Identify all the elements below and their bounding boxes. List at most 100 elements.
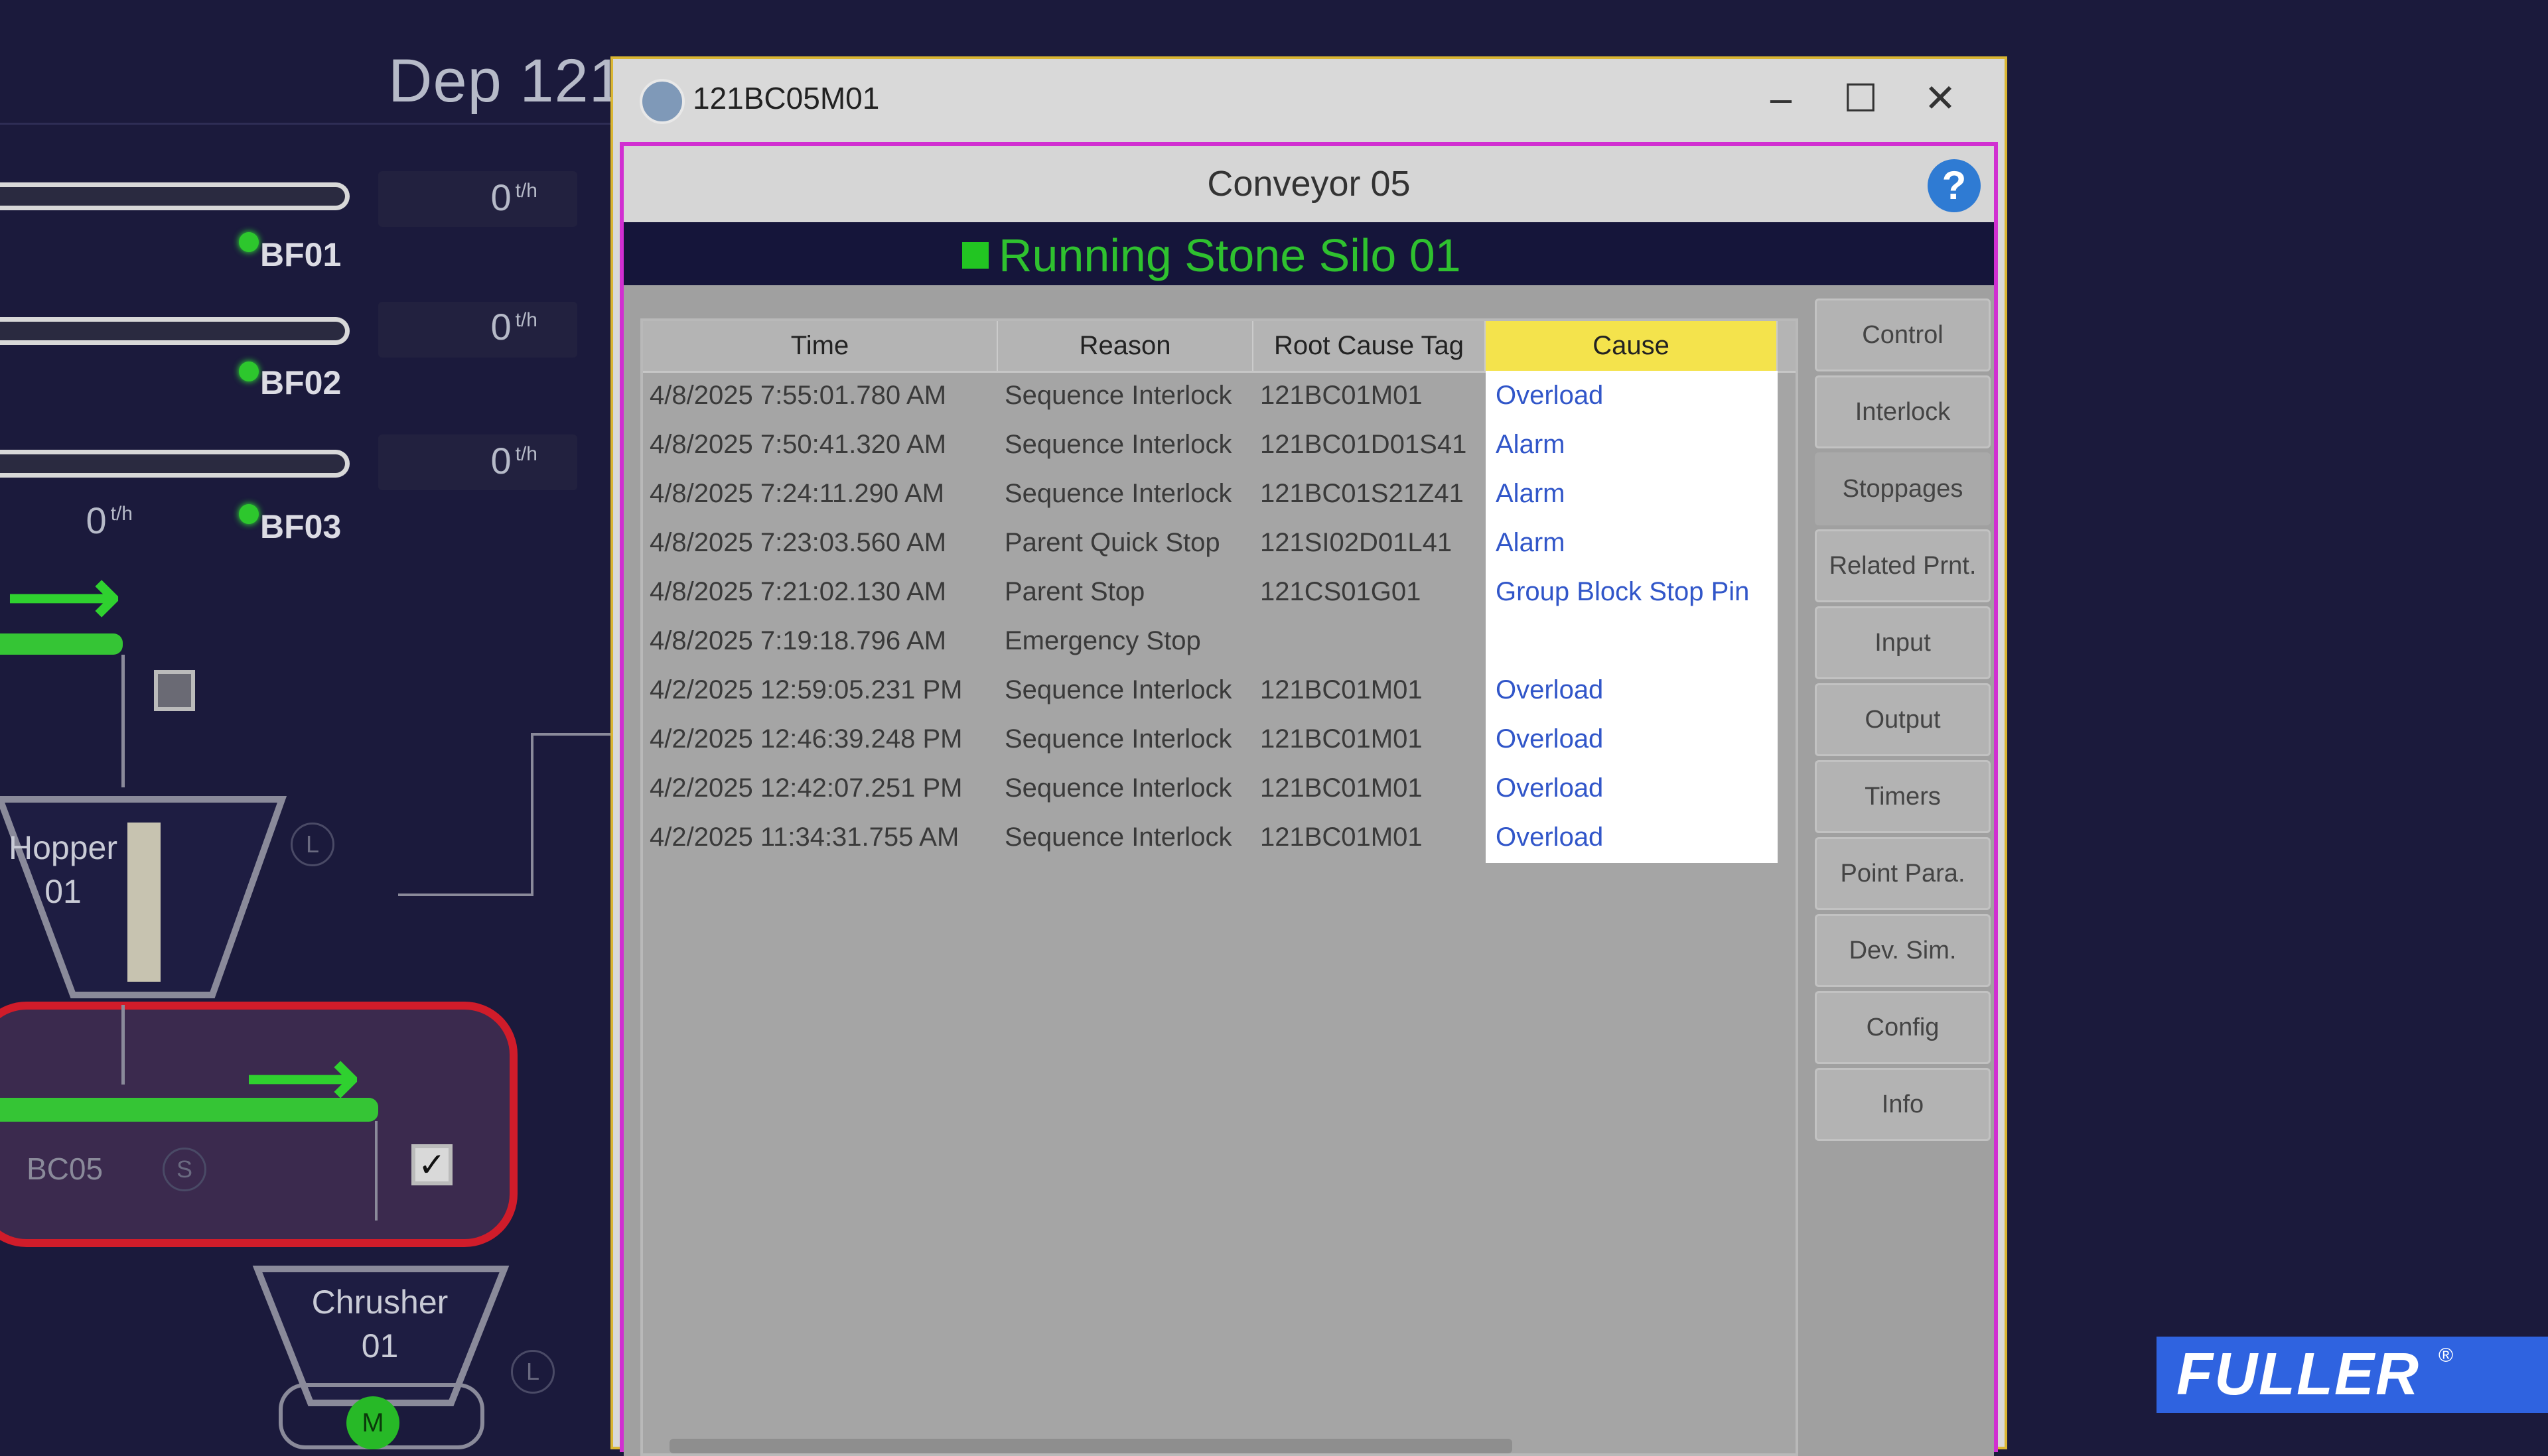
tab-timers[interactable]: Timers [1815,760,1991,833]
cell-root-cause-tag: 121BC01M01 [1260,823,1423,852]
minimize-button[interactable]: – [1744,72,1817,125]
column-header-root-cause-tag[interactable]: Root Cause Tag [1253,321,1486,371]
cell-time: 4/8/2025 7:23:03.560 AM [650,528,947,557]
hopper-level-indicator: L [291,823,334,866]
conveyor-belt-bc05 [0,1098,378,1122]
stoppages-table: Time Reason Root Cause Tag Cause 4/8/202… [640,318,1798,1456]
cell-reason: Sequence Interlock [1005,724,1232,754]
column-header-cause[interactable]: Cause [1486,321,1778,371]
tab-output[interactable]: Output [1815,683,1991,756]
flow-line [121,1005,125,1085]
table-row[interactable]: 4/8/2025 7:24:11.290 AM Sequence Interloc… [643,469,1796,518]
side-tab-list: Control Interlock Stoppages Related Prnt. In… [1815,298,1991,1456]
tab-info[interactable]: Info [1815,1068,1991,1141]
cell-time: 4/8/2025 7:24:11.290 AM [650,479,945,508]
cell-time: 4/2/2025 11:34:31.755 AM [650,823,959,852]
device-status: Running Stone Silo 01 [999,230,1461,281]
device-name-bar: Conveyor 05 ? [624,146,1994,222]
conveyor-label-bc05[interactable]: BC05 [27,1151,103,1187]
tab-input[interactable]: Input [1815,606,1991,679]
app-icon [640,79,685,124]
flow-line [375,1121,378,1221]
table-row[interactable]: 4/8/2025 7:21:02.130 AM Parent Stop 121CS0… [643,567,1796,616]
table-header: Time Reason Root Cause Tag Cause [643,321,1796,373]
table-row[interactable]: 4/8/2025 7:23:03.560 AM Parent Quick Stop… [643,518,1796,567]
cell-reason: Emergency Stop [1005,626,1201,655]
maximize-button[interactable]: ☐ [1824,72,1897,125]
tab-control[interactable]: Control [1815,298,1991,371]
logo-text: FULLER [2176,1341,2420,1408]
flow-line [531,733,610,736]
cell-root-cause-tag: 121BC01M01 [1260,675,1423,704]
cell-cause: Alarm [1496,479,1565,508]
table-row[interactable]: 4/2/2025 12:59:05.231 PM Sequence Interlo… [643,665,1796,714]
table-row[interactable]: 4/2/2025 12:46:39.248 PM Sequence Interlo… [643,714,1796,763]
rate-bf01: 0 t/h [490,176,537,218]
column-header-time[interactable]: Time [643,321,998,371]
conveyor-mode-indicator: S [163,1148,206,1191]
window-titlebar[interactable]: 121BC05M01 – ☐ ✕ [613,59,2005,139]
help-icon[interactable]: ? [1928,159,1981,212]
tab-related-prnt[interactable]: Related Prnt. [1815,529,1991,602]
cell-root-cause-tag: 121BC01M01 [1260,773,1423,803]
bin-label-bf02[interactable]: BF02 [260,364,341,402]
table-row[interactable]: 4/8/2025 7:50:41.320 AM Sequence Interloc… [643,420,1796,469]
tab-interlock[interactable]: Interlock [1815,375,1991,448]
cell-reason: Sequence Interlock [1005,479,1232,508]
rate-bf03: 0 t/h [490,440,537,482]
table-row[interactable]: 4/2/2025 12:42:07.251 PM Sequence Interlo… [643,763,1796,813]
cell-cause: Overload [1496,724,1604,754]
cell-time: 4/2/2025 12:42:07.251 PM [650,773,963,803]
cell-root-cause-tag: 121BC01S21Z41 [1260,479,1464,508]
device-name: Conveyor 05 [1207,164,1411,204]
window-title: 121BC05M01 [693,81,880,115]
bin-label-bf01[interactable]: BF01 [260,235,341,274]
table-row[interactable]: 4/8/2025 7:19:18.796 AM Emergency Stop [643,616,1796,665]
cell-time: 4/8/2025 7:21:02.130 AM [650,577,947,606]
cell-root-cause-tag: 121CS01G01 [1260,577,1421,606]
table-row[interactable]: 4/8/2025 7:55:01.780 AM Sequence Interloc… [643,371,1796,420]
department-title: Dep 121 [388,47,624,115]
tab-dev-sim[interactable]: Dev. Sim. [1815,914,1991,987]
cell-reason: Sequence Interlock [1005,675,1232,704]
hopper-label[interactable]: Hopper 01 [0,826,126,913]
cell-reason: Sequence Interlock [1005,381,1232,410]
cell-reason: Parent Quick Stop [1005,528,1220,557]
bin-bar-bf02 [0,317,350,345]
feeder-belt [0,633,123,655]
close-button[interactable]: ✕ [1904,72,1977,125]
tab-stoppages[interactable]: Stoppages [1815,452,1991,525]
device-faceplate-window: 121BC05M01 – ☐ ✕ Conveyor 05 ? Running S… [610,56,2007,1456]
feeder-rate: 0 t/h [86,499,133,541]
flow-line [121,655,125,787]
bin-bar-bf03 [0,450,350,478]
fuller-logo: FULLER ® [2157,1337,2548,1413]
cell-cause: Alarm [1496,528,1565,557]
horizontal-scrollbar[interactable] [670,1439,1512,1453]
cell-root-cause-tag: 121BC01M01 [1260,381,1423,410]
cell-cause: Alarm [1496,430,1565,459]
flow-arrow-right-icon: ⟶ [7,552,121,641]
tab-point-para[interactable]: Point Para. [1815,837,1991,910]
feeder-checkbox[interactable] [154,670,195,711]
cell-reason: Sequence Interlock [1005,773,1232,803]
bf03-status-led [239,504,259,524]
conveyor-checkbox[interactable]: ✓ [411,1144,453,1185]
crusher-label[interactable]: Chrusher 01 [292,1280,468,1368]
bf01-status-led [239,232,259,252]
cell-time: 4/2/2025 12:46:39.248 PM [650,724,963,754]
cell-root-cause-tag: 121BC01D01S41 [1260,430,1467,459]
tab-content: Time Reason Root Cause Tag Cause 4/8/202… [624,285,1994,1456]
cell-time: 4/8/2025 7:55:01.780 AM [650,381,947,410]
cell-time: 4/8/2025 7:50:41.320 AM [650,430,947,459]
flow-line [398,893,533,896]
cell-reason: Sequence Interlock [1005,430,1232,459]
column-header-reason[interactable]: Reason [998,321,1253,371]
bin-label-bf03[interactable]: BF03 [260,507,341,546]
table-row[interactable]: 4/2/2025 11:34:31.755 AM Sequence Interlo… [643,813,1796,862]
status-square-icon [962,242,989,269]
faceplate-panel: Conveyor 05 ? Running Stone Silo 01 Time… [620,142,1998,1456]
tab-config[interactable]: Config [1815,991,1991,1064]
motor-icon[interactable]: M [346,1396,399,1449]
crusher-level-indicator: L [511,1350,555,1394]
